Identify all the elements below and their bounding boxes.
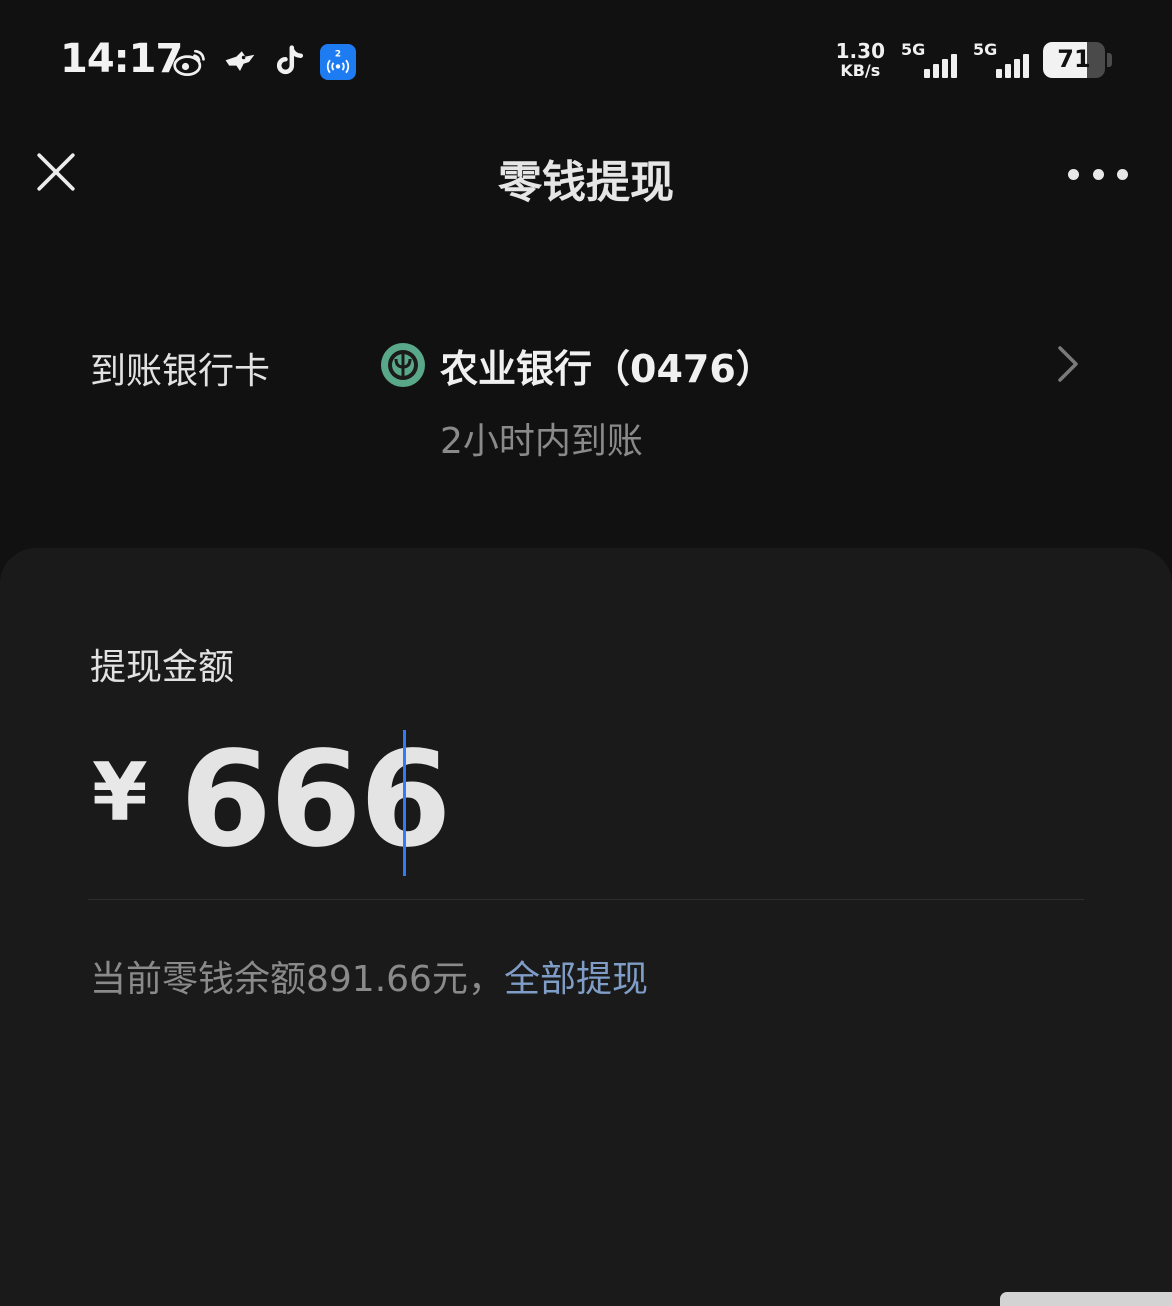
sim2-signal-icon: 5G [971,40,1029,80]
battery-level: 71 [1057,45,1091,73]
nav-bar: 零钱提现 [0,120,1172,230]
sim1-network-type: 5G [901,40,926,59]
status-indicators: 1.30 KB/s 5G 5G 71 [836,38,1112,82]
amount-label: 提现金额 [90,647,235,688]
bank-card-selector[interactable]: 农业银行（0476） [380,338,774,392]
amount-input[interactable]: 666 [180,727,452,873]
more-icon-dot [1117,168,1128,180]
network-speed: 1.30 KB/s [836,41,885,79]
more-button[interactable] [1068,160,1128,188]
notification-icons: 2 [170,40,356,84]
more-icon-dot [1092,168,1104,180]
withdraw-all-link[interactable]: 全部提现 [504,950,648,1002]
battery-icon: 71 [1043,42,1105,78]
balance-text: 当前零钱余额891.66元， [90,959,504,1000]
sim2-network-type: 5G [973,40,998,59]
amount-divider [88,899,1084,900]
weibo-icon [170,42,210,82]
more-icon-dot [1068,168,1079,180]
bird-app-icon [220,42,260,82]
bank-name: 农业银行（0476） [440,346,774,391]
network-speed-value: 1.30 [835,39,885,63]
hotspot-badge-count: 2 [335,50,341,60]
bank-arrival-time: 2小时内到账 [440,421,643,462]
page-title: 零钱提现 [498,157,674,208]
withdraw-screen: 14:17 2 1.30 KB/s 5G 5G 71 零钱提现 到账银行卡 农业… [0,0,1172,1306]
agricultural-bank-logo-icon [381,343,425,387]
bank-card-label: 到账银行卡 [90,351,271,392]
chevron-right-icon[interactable] [1054,344,1082,384]
status-time: 14:17 [60,36,183,82]
currency-symbol: ¥ [92,746,148,839]
battery-cap [1107,53,1112,67]
text-caret [403,730,406,876]
sim1-signal-icon: 5G [899,40,957,80]
tiktok-icon [270,42,310,82]
hotspot-app-icon: 2 [320,44,356,80]
status-bar: 14:17 2 1.30 KB/s 5G 5G 71 [0,0,1172,110]
network-speed-unit: KB/s [840,61,881,80]
balance-row: 当前零钱余额891.66元， 全部提现 [90,950,648,1002]
home-indicator [1000,1292,1172,1306]
